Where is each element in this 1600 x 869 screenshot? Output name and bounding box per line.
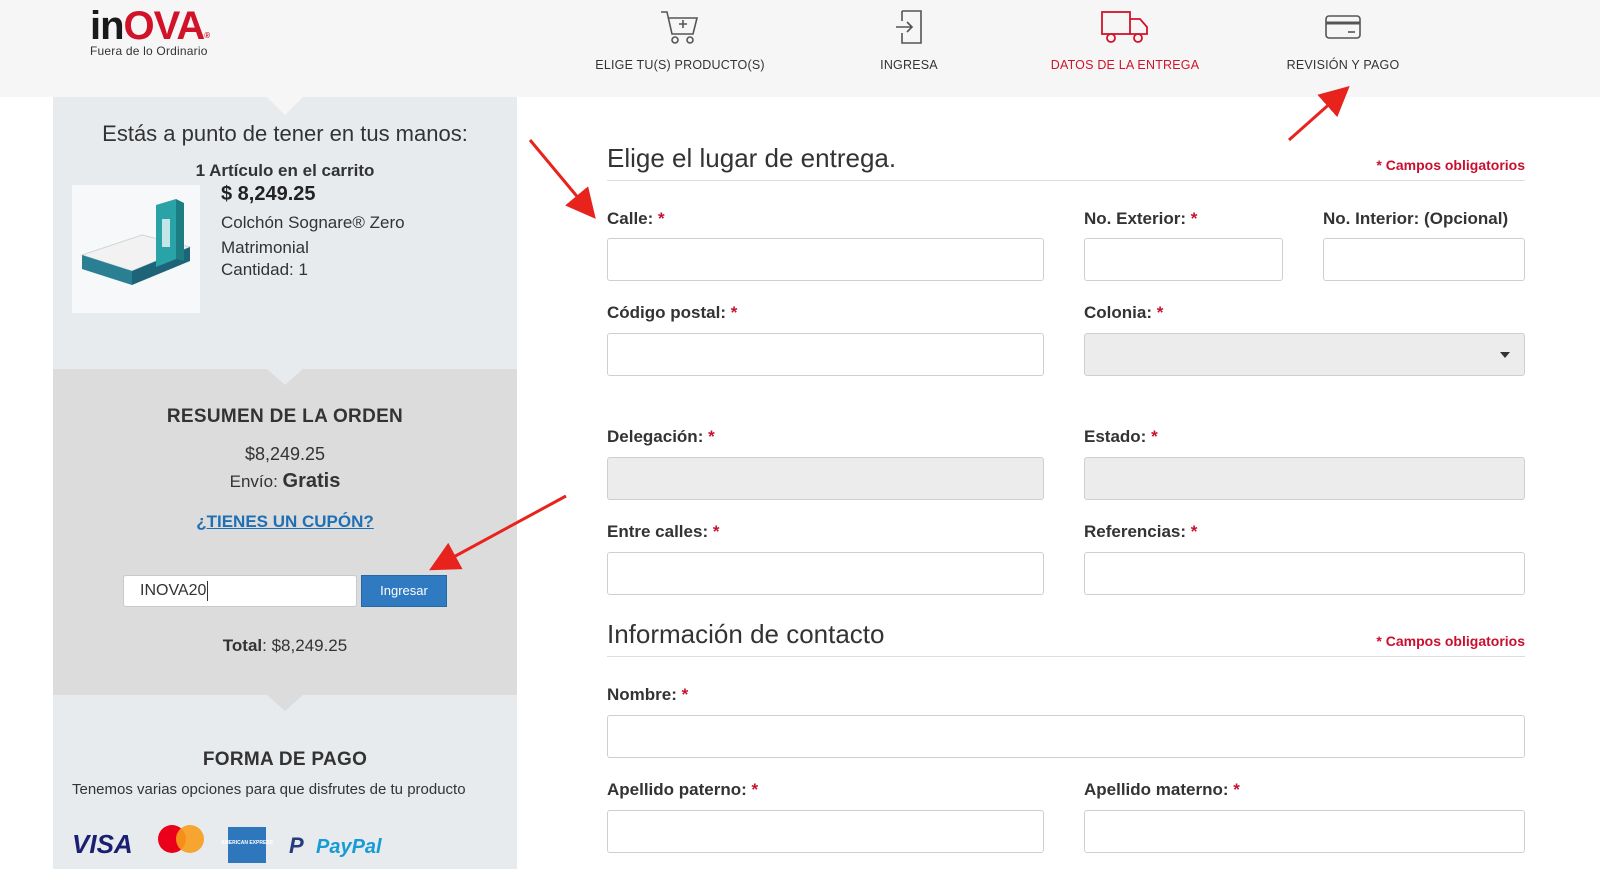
annotation-arrow-form xyxy=(528,139,596,219)
annotation-arrow-coupon xyxy=(429,494,567,571)
panel-notch-bottom xyxy=(267,695,303,711)
annotation-arrow-review-step xyxy=(1288,86,1350,142)
checkout-page: inOVA® Fuera de lo Ordinario ELIGE TU(S)… xyxy=(0,0,1600,869)
annotation-arrows xyxy=(429,86,1350,571)
